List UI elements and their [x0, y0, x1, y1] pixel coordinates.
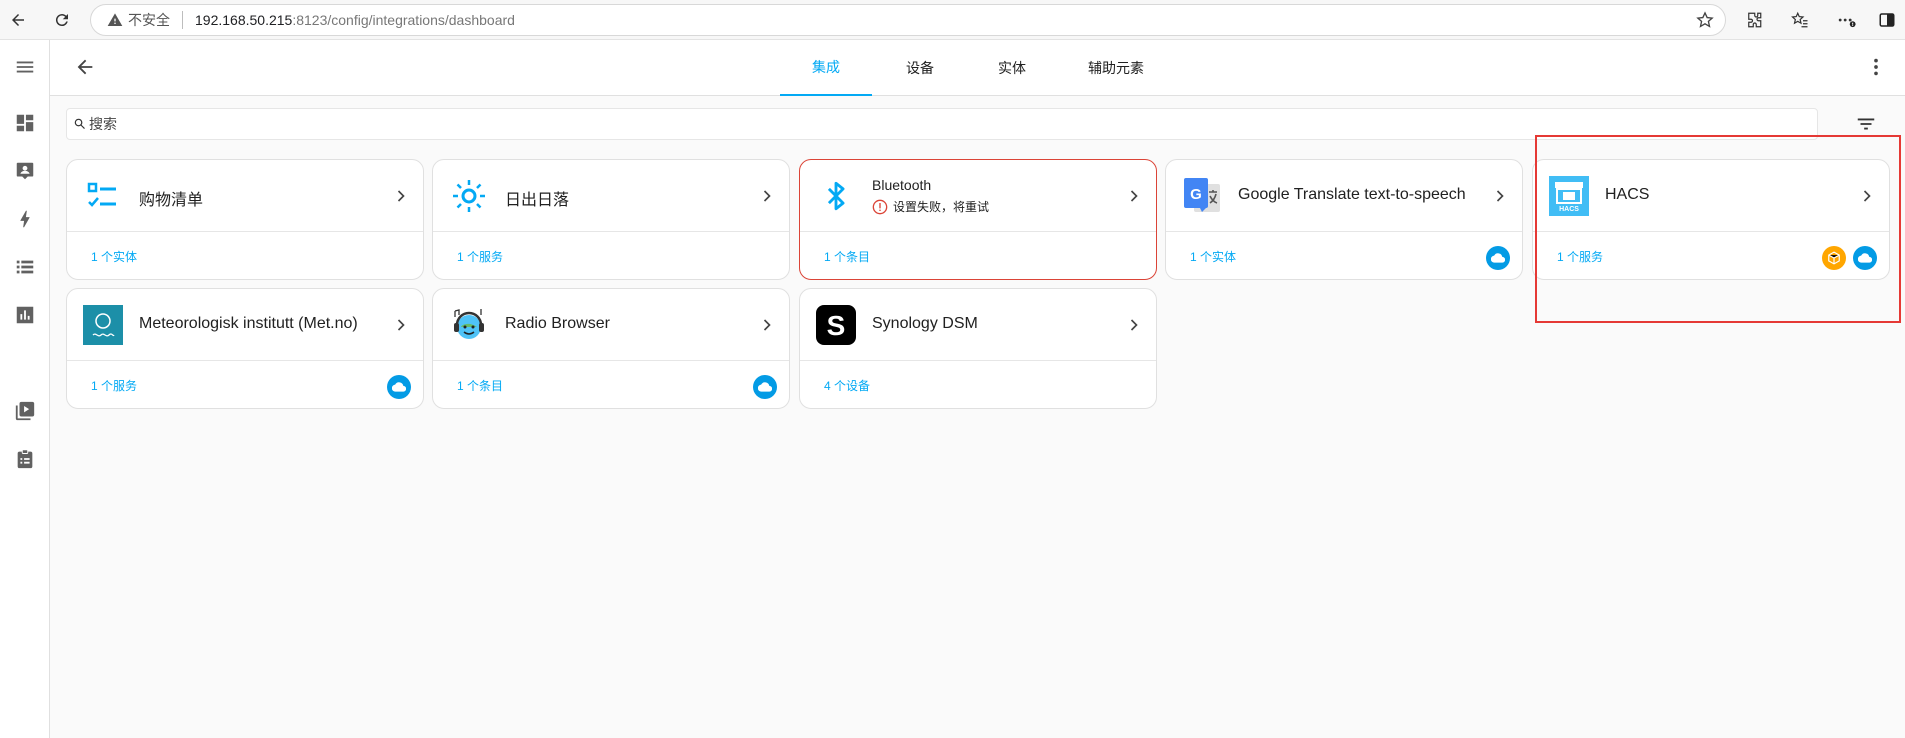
hacs-highlight-box: [1535, 135, 1901, 323]
card-services-link[interactable]: 1 个服务: [91, 377, 137, 394]
met-no-icon: [83, 305, 123, 345]
ha-sidebar: [0, 40, 50, 738]
tab-devices[interactable]: 设备: [874, 40, 966, 96]
url-path: :8123/config/integrations/dashboard: [292, 12, 515, 28]
person-badge-icon[interactable]: [10, 156, 40, 186]
address-separator: [182, 11, 183, 29]
search-input[interactable]: [89, 116, 689, 132]
chevron-right-icon[interactable]: [1124, 315, 1144, 335]
integration-card-met-no[interactable]: Meteorologisk institutt (Met.no) 1 个服务: [66, 288, 424, 409]
chevron-right-icon[interactable]: [1124, 186, 1144, 206]
sidebar-toggle-icon[interactable]: [1874, 7, 1900, 33]
integration-card-shopping-list[interactable]: 购物清单 1 个实体: [66, 159, 424, 280]
chevron-right-icon[interactable]: [757, 315, 777, 335]
card-title: 日出日落: [505, 192, 570, 209]
integration-card-bluetooth[interactable]: Bluetooth 设置失败，将重试 1 个条目: [799, 159, 1157, 280]
url-host: 192.168.50.215: [195, 12, 293, 28]
overflow-menu-icon[interactable]: [1865, 56, 1887, 78]
card-services-link[interactable]: 1 个服务: [457, 248, 503, 265]
dashboard-icon[interactable]: [10, 108, 40, 138]
card-header[interactable]: Radio Browser: [433, 289, 789, 361]
google-translate-icon: G: [1182, 176, 1222, 216]
search-icon: [74, 118, 85, 129]
chevron-right-icon[interactable]: [757, 186, 777, 206]
energy-icon[interactable]: [10, 204, 40, 234]
card-entities-link[interactable]: 1 个实体: [91, 248, 137, 265]
integration-card-sun[interactable]: 日出日落 1 个服务: [432, 159, 790, 280]
card-header[interactable]: 购物清单: [67, 160, 423, 232]
tab-entities[interactable]: 实体: [966, 40, 1058, 96]
card-header[interactable]: Meteorologisk institutt (Met.no): [67, 289, 423, 361]
extensions-icon[interactable]: [1741, 7, 1767, 33]
back-arrow-icon[interactable]: [74, 56, 96, 78]
logbook-icon[interactable]: [10, 252, 40, 282]
back-arrow-icon[interactable]: [5, 7, 31, 33]
card-header[interactable]: S Synology DSM: [800, 289, 1156, 361]
integration-card-synology-dsm[interactable]: S Synology DSM 4 个设备: [799, 288, 1157, 409]
cloud-icon: [753, 375, 777, 399]
synology-logo-letter: S: [827, 310, 846, 341]
security-label: 不安全: [128, 12, 170, 28]
bookmark-star-icon[interactable]: [1695, 10, 1715, 30]
card-entries-link[interactable]: 1 个条目: [824, 248, 870, 265]
error-text: 设置失败，将重试: [893, 200, 990, 214]
chevron-right-icon[interactable]: [1490, 186, 1510, 206]
chevron-right-icon[interactable]: [391, 315, 411, 335]
card-error-message: 设置失败，将重试: [872, 198, 989, 215]
card-badges: [387, 375, 411, 399]
favorites-icon[interactable]: [1787, 7, 1813, 33]
sun-icon: [449, 176, 489, 216]
todo-clipboard-icon[interactable]: [10, 444, 40, 474]
bluetooth-icon: [816, 176, 856, 216]
menu-icon[interactable]: [10, 52, 40, 82]
card-header[interactable]: G Google Translate text-to-speech: [1166, 160, 1522, 232]
card-title: 购物清单: [139, 192, 204, 209]
card-title: Synology DSM: [872, 315, 978, 332]
chevron-right-icon[interactable]: [391, 186, 411, 206]
reload-icon[interactable]: [49, 7, 75, 33]
shopping-list-icon: [83, 176, 123, 216]
more-menu-icon[interactable]: [1833, 7, 1859, 33]
security-indicator[interactable]: 不安全: [107, 10, 170, 30]
synology-icon: S: [816, 305, 856, 345]
tab-helpers[interactable]: 辅助元素: [1058, 40, 1174, 96]
google-logo-letter: G: [1190, 186, 1202, 203]
integration-card-google-translate[interactable]: G Google Translate text-to-speech 1 个实体: [1165, 159, 1523, 280]
page-toolbar: 集成 设备 实体 辅助元素: [50, 40, 1905, 96]
browser-toolbar: 不安全 192.168.50.215:8123/config/integrati…: [0, 0, 1905, 40]
card-header[interactable]: Bluetooth 设置失败，将重试: [800, 160, 1156, 232]
card-entities-link[interactable]: 1 个实体: [1190, 248, 1236, 265]
card-badges: [753, 375, 777, 399]
address-bar[interactable]: 不安全 192.168.50.215:8123/config/integrati…: [90, 4, 1726, 36]
card-badges: [1486, 246, 1510, 270]
card-devices-link[interactable]: 4 个设备: [824, 377, 870, 394]
radio-browser-icon: [449, 305, 489, 345]
card-title: Meteorologisk institutt (Met.no): [139, 315, 358, 332]
card-entries-link[interactable]: 1 个条目: [457, 377, 503, 394]
card-title: Radio Browser: [505, 315, 610, 332]
warning-icon: [107, 13, 123, 26]
filter-icon[interactable]: [1855, 113, 1877, 135]
card-header[interactable]: 日出日落: [433, 160, 789, 232]
history-chart-icon[interactable]: [10, 300, 40, 330]
cloud-icon: [1486, 246, 1510, 270]
tab-integrations[interactable]: 集成: [780, 40, 872, 96]
card-title: Google Translate text-to-speech: [1238, 186, 1466, 203]
media-browser-icon[interactable]: [10, 396, 40, 426]
card-title: Bluetooth: [872, 177, 932, 193]
alert-circle-icon: [872, 199, 888, 214]
integration-card-radio-browser[interactable]: Radio Browser 1 个条目: [432, 288, 790, 409]
cloud-icon: [387, 375, 411, 399]
